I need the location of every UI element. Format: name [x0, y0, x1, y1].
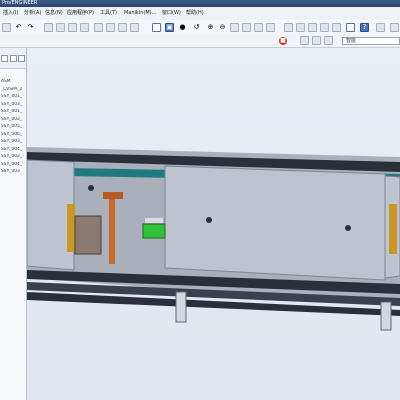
hidden-line-icon[interactable]: [296, 23, 305, 32]
amber-block-left: [67, 204, 75, 252]
window-title: Pro/ENGINEER: [2, 0, 38, 6]
smart-filter-label: 智能: [346, 38, 357, 44]
datum-axes-icon[interactable]: [346, 23, 355, 32]
paste-special-icon[interactable]: [80, 23, 89, 32]
model-tree-item[interactable]: _CVSPA_2: [1, 87, 26, 92]
plate-hole-2: [345, 225, 351, 231]
csys-icon[interactable]: [390, 23, 399, 32]
layers-icon[interactable]: [266, 23, 275, 32]
graphics-viewport[interactable]: [27, 48, 400, 400]
plate-hole-3: [88, 185, 94, 191]
zoom-out-icon[interactable]: ⊖: [218, 23, 227, 32]
orient-icon[interactable]: ↺: [192, 23, 201, 32]
menu-applications[interactable]: 应用程序(P): [67, 10, 94, 17]
main-toolbar: ↶ ↷ ▣ ● ↺ ⊕ ⊖ ?: [0, 20, 400, 36]
model-tree-tabs: [0, 48, 26, 69]
orange-shaft-cap: [103, 192, 123, 199]
select-box-icon[interactable]: [152, 23, 161, 32]
cut-icon[interactable]: [44, 23, 53, 32]
find-icon[interactable]: [118, 23, 127, 32]
menu-manikin[interactable]: Manikin(M)...: [124, 10, 156, 17]
copy-icon[interactable]: [56, 23, 65, 32]
help-icon[interactable]: ?: [360, 23, 369, 32]
model-tree-item[interactable]: SSY_005_: [1, 124, 26, 129]
menu-bar: 插入(I) 分析(A) 信息(N) 应用程序(P) 工具(T) Manikin(…: [0, 7, 400, 21]
orange-shaft: [109, 196, 115, 264]
saved-views-icon[interactable]: [254, 23, 263, 32]
title-bar: Pro/ENGINEER: [0, 0, 400, 7]
model-tree-item[interactable]: SSY_003_: [1, 102, 26, 107]
menu-info[interactable]: 信息(N): [45, 10, 63, 17]
shading-icon[interactable]: [320, 23, 329, 32]
stop-icon[interactable]: ■: [279, 37, 287, 45]
selection-icon[interactable]: [130, 23, 139, 32]
regenerate-manager-icon[interactable]: [106, 23, 115, 32]
no-hidden-icon[interactable]: [308, 23, 317, 32]
filter-icon-1[interactable]: [300, 36, 309, 45]
bracket-center: [175, 291, 187, 323]
model-tree-icon[interactable]: [1, 55, 8, 62]
regenerate-icon[interactable]: [94, 23, 103, 32]
repaint-icon[interactable]: ▣: [165, 23, 174, 32]
model-tree-item[interactable]: SSY_001_: [1, 109, 26, 114]
paste-icon[interactable]: [68, 23, 77, 32]
menu-tools[interactable]: 工具(T): [100, 10, 117, 17]
menu-insert[interactable]: 插入(I): [3, 10, 18, 17]
model-tree-item[interactable]: SSY_003: [1, 169, 26, 174]
datum-points-icon[interactable]: [376, 23, 385, 32]
motor-block: [74, 215, 102, 255]
model-tree-panel: ASM _CVSPA_2 SSY_001_ SSY_003_ SSY_001_ SSY_0…: [0, 48, 27, 400]
redo-icon[interactable]: ↷: [26, 23, 35, 32]
filter-icon-2[interactable]: [312, 36, 321, 45]
menu-window[interactable]: 窗口(W): [162, 10, 181, 17]
model-tree-item[interactable]: SSY_002_: [1, 117, 26, 122]
assembly-model[interactable]: [27, 48, 400, 400]
model-tree-item[interactable]: SSY_003_: [1, 139, 26, 144]
zoom-in-icon[interactable]: ⊕: [206, 23, 215, 32]
bracket-right: [380, 301, 392, 331]
model-tree-item[interactable]: ASM: [1, 79, 26, 84]
smart-filter-select[interactable]: 智能: [342, 37, 400, 45]
model-tree-item[interactable]: SSY_002_: [1, 154, 26, 159]
center-plate: [164, 165, 386, 281]
wireframe-icon[interactable]: [284, 23, 293, 32]
tree-filter-icon[interactable]: [18, 55, 25, 62]
plate-hole-1: [206, 217, 212, 223]
render-sphere-icon[interactable]: ●: [178, 23, 187, 32]
model-tree-item[interactable]: SSY_001_: [1, 94, 26, 99]
view-manager-icon[interactable]: [242, 23, 251, 32]
secondary-toolbar: ■ 智能: [0, 35, 400, 48]
menu-analysis[interactable]: 分析(A): [24, 10, 41, 17]
amber-block-right: [389, 204, 397, 254]
sensor-top: [145, 218, 163, 223]
new-icon[interactable]: [2, 23, 11, 32]
green-sensor: [142, 223, 166, 239]
settings-icon[interactable]: [10, 55, 17, 62]
datum-planes-icon[interactable]: [332, 23, 341, 32]
model-tree-item[interactable]: SSY_006_: [1, 132, 26, 137]
model-tree-item[interactable]: SSY_004_: [1, 147, 26, 152]
left-plate: [27, 159, 75, 271]
refit-icon[interactable]: [230, 23, 239, 32]
filter-icon-3[interactable]: [324, 36, 333, 45]
menu-help[interactable]: 帮助(H): [186, 10, 204, 17]
undo-icon[interactable]: ↶: [14, 23, 23, 32]
model-tree-item[interactable]: SSY_004_: [1, 162, 26, 167]
